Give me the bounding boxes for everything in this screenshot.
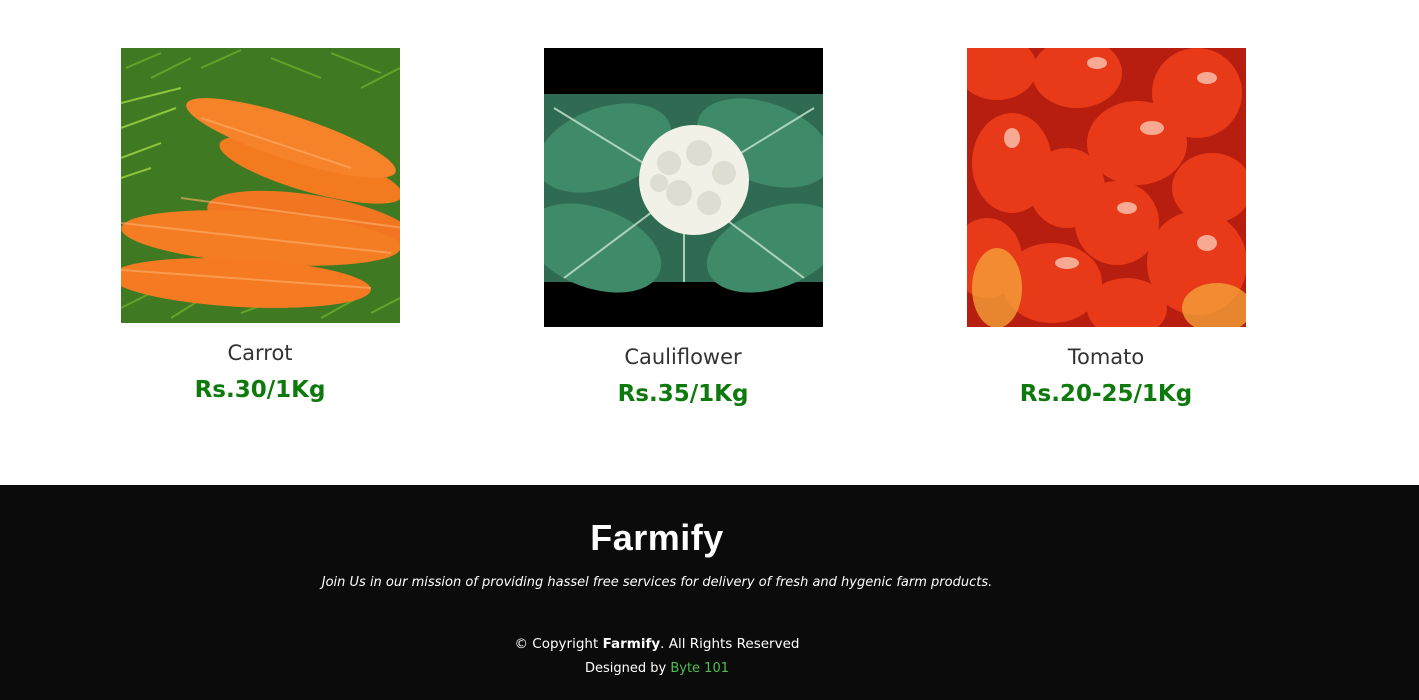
product-card-cauliflower[interactable]: Cauliflower Rs.35/1Kg [543,48,823,409]
designer-link[interactable]: Byte 101 [670,661,729,676]
tomato-photo[interactable] [966,48,1246,327]
product-price: Rs.35/1Kg [617,381,749,407]
cauliflower-photo[interactable] [543,48,823,327]
product-price: Rs.30/1Kg [194,377,326,403]
copyright-prefix: © Copyright [514,636,603,652]
product-name: Cauliflower [624,345,742,369]
designed-by-prefix: Designed by [584,661,671,676]
product-name: Carrot [227,341,293,365]
footer-designed-by: Designed by Byte 101 [0,661,1314,676]
footer-mission-text: Join Us in our mission of providing hass… [321,575,993,590]
site-footer: Farmify Join Us in our mission of provid… [0,485,1419,700]
product-name: Tomato [1067,345,1145,369]
product-price: Rs.20-25/1Kg [1019,381,1193,407]
carrot-photo[interactable] [120,48,400,323]
copyright-brand: Farmify [602,636,661,652]
product-card-carrot[interactable]: Carrot Rs.30/1Kg [120,48,400,405]
products-section: Carrot Rs.30/1Kg Cauliflower Rs.35/1Kg T… [0,0,1419,485]
copyright-suffix: . All Rights Reserved [660,636,800,652]
footer-copyright: © Copyright Farmify. All Rights Reserved [0,636,1314,652]
product-card-tomato[interactable]: Tomato Rs.20-25/1Kg [966,48,1246,409]
footer-brand: Farmify [590,517,724,558]
